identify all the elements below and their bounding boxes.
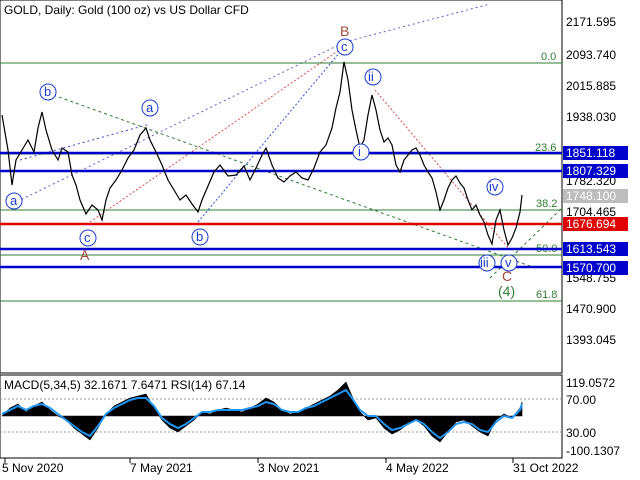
chart-canvas[interactable]: 0.0 23.6 38.2 50.0 61.8 a b a c b c ii i… — [0, 0, 640, 480]
tag-1851: 1851.118 — [566, 146, 615, 160]
wave-C: C — [502, 268, 512, 284]
price-tick: 1938.030 — [566, 110, 616, 124]
tag-1613: 1613.543 — [566, 242, 616, 256]
wave-4: (4) — [498, 283, 515, 299]
price-tick: 2015.885 — [566, 79, 616, 93]
price-tick: 2093.740 — [566, 48, 616, 62]
macd-histogram — [0, 381, 562, 443]
tag-1676: 1676.694 — [566, 217, 616, 231]
indicator-axis: 119.0572 70.00 30.00 -100.1307 — [566, 376, 620, 458]
wave-ii: ii — [368, 69, 374, 84]
macd-tick: -100.1307 — [566, 444, 620, 458]
price-tick: 1393.045 — [566, 333, 616, 347]
price-tick: 1470.900 — [566, 302, 616, 316]
fib-0: 0.0 — [541, 51, 556, 63]
wave-b-2: b — [196, 229, 203, 244]
main-pane-frame — [0, 0, 563, 374]
wave-iv: iv — [489, 179, 499, 194]
wave-a-2: a — [146, 100, 154, 115]
tag-1570: 1570.700 — [566, 261, 616, 275]
wave-c-2: c — [341, 39, 348, 54]
tag-1748: 1748.100 — [566, 189, 616, 203]
fib-618: 61.8 — [536, 289, 557, 301]
macd-tick: 119.0572 — [566, 376, 615, 390]
wave-B: B — [340, 23, 349, 39]
time-tick: 7 May 2021 — [130, 461, 193, 475]
tag-1807: 1807.329 — [566, 164, 616, 178]
wave-i: i — [358, 144, 361, 159]
wave-b-1: b — [44, 84, 51, 99]
chart-window: GOLD, Daily: Gold (100 oz) vs US Dollar … — [0, 0, 640, 480]
time-tick: 4 May 2022 — [386, 461, 449, 475]
time-tick: 3 Nov 2021 — [258, 461, 320, 475]
wave-A: A — [80, 247, 90, 263]
fib-382: 38.2 — [536, 198, 557, 210]
time-axis: 5 Nov 2020 7 May 2021 3 Nov 2021 4 May 2… — [2, 458, 579, 475]
macd-tick: 30.00 — [566, 426, 596, 440]
time-tick: 31 Oct 2022 — [513, 461, 579, 475]
price-axis: 2171.595 2093.740 2015.885 1938.030 1782… — [566, 15, 616, 347]
macd-tick: 70.00 — [566, 393, 596, 407]
wave-c-1: c — [84, 230, 91, 245]
price-tick: 2171.595 — [566, 15, 616, 29]
wave-iii: iii — [480, 255, 489, 270]
wave-a-1: a — [10, 193, 18, 208]
time-tick: 5 Nov 2020 — [2, 461, 64, 475]
wave-labels: a b a c b c ii i iv iii v B A C (4) — [5, 23, 518, 299]
fibonacci-levels: 0.0 23.6 38.2 50.0 61.8 — [0, 51, 562, 302]
